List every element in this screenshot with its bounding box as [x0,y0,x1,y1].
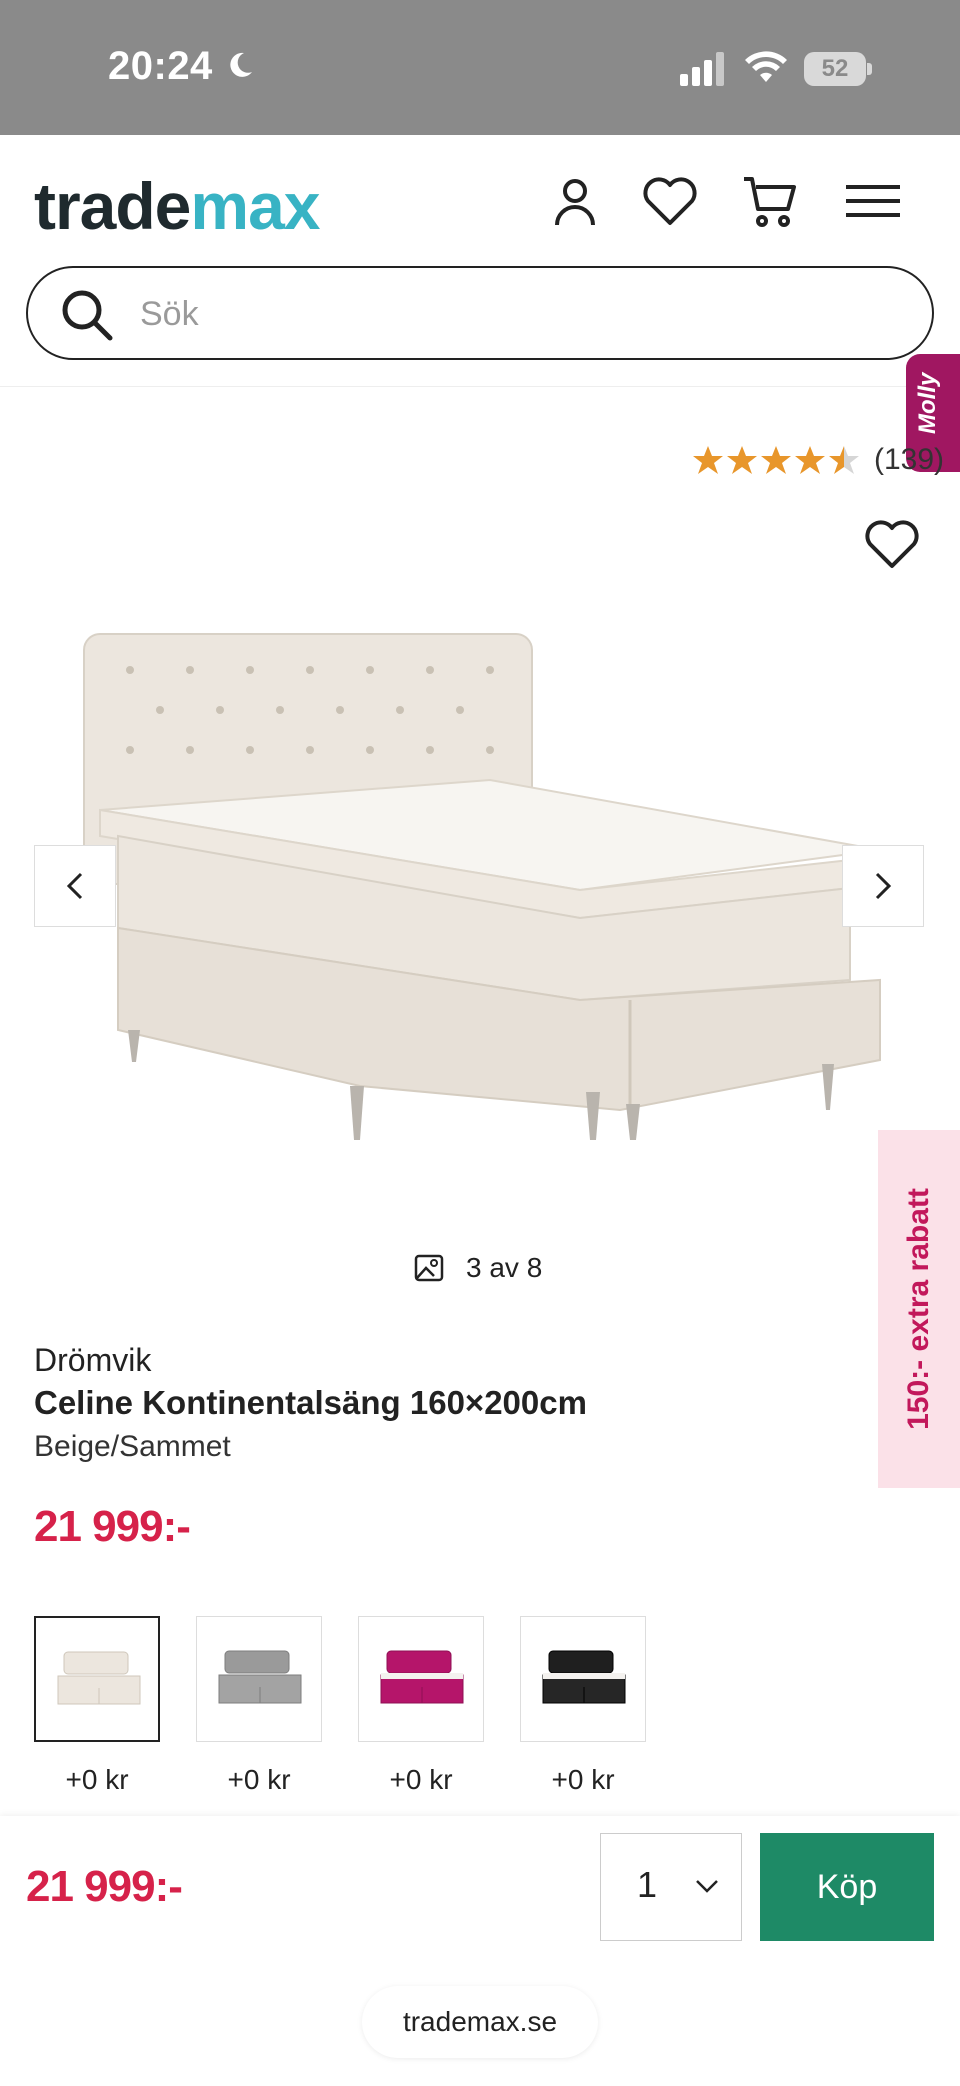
product-image[interactable] [60,610,900,1170]
menu-icon[interactable] [844,171,904,231]
star-icon [727,446,757,474]
swatch-price: +0 kr [227,1764,291,1795]
sticky-price: 21 999:- [26,1862,183,1911]
favorite-heart-icon[interactable] [864,518,920,570]
promo-discount-tab[interactable]: 150:- extra rabatt [878,1130,960,1488]
search-bar[interactable] [26,266,934,360]
battery-level: 52 [804,52,866,86]
image-icon [414,1254,444,1282]
image-counter: 3 av 8 [414,1252,542,1284]
bed-thumbnail [218,1650,302,1704]
search-icon [62,290,113,341]
star-icon [693,446,723,474]
chat-assistant-label: Molly [914,372,941,434]
signal-icon [680,52,724,86]
swatch-price: +0 kr [65,1764,129,1795]
swatch-price: +0 kr [389,1764,453,1795]
site-header: trademax [0,135,960,387]
star-icon [761,446,791,474]
moon-icon [230,52,252,77]
carousel-next-button[interactable] [842,845,924,927]
quantity-value: 1 [637,1864,658,1905]
promo-discount-label: 150:- extra rabatt [902,1188,935,1430]
buy-button[interactable]: Köp [760,1833,934,1941]
bed-thumbnail [57,1651,141,1705]
chevron-down-icon [696,1880,718,1893]
account-icon[interactable] [545,171,605,231]
rating-count: (139) [874,443,945,476]
chevron-right-icon [875,872,892,900]
wifi-icon [745,51,787,82]
cart-icon[interactable] [740,171,800,231]
status-time: 20:24 [108,44,213,88]
rating-stars [692,444,860,476]
color-swatch-grey[interactable] [196,1616,322,1742]
quantity-select[interactable]: 1 [600,1833,742,1941]
heart-icon[interactable] [640,171,700,231]
bed-thumbnail [380,1650,464,1704]
trademax-logo[interactable]: trademax [34,173,321,239]
star-icon [795,446,825,474]
image-counter-text: 3 av 8 [466,1252,543,1283]
product-price: 21 999:- [34,1502,191,1551]
search-input[interactable] [140,286,900,342]
status-bar: 20:24 52 [0,0,960,135]
browser-url-pill[interactable]: trademax.se [362,1986,598,2058]
bed-thumbnail [542,1650,626,1704]
color-swatch-pink[interactable] [358,1616,484,1742]
carousel-prev-button[interactable] [34,845,116,927]
chevron-left-icon [66,872,83,900]
battery-icon: 52 [804,52,872,86]
color-swatch-beige[interactable] [34,1616,160,1742]
color-swatch-black[interactable] [520,1616,646,1742]
product-variant: Beige/Sammet [34,1430,231,1463]
product-title: Celine Kontinentalsäng 160×200cm [34,1384,587,1421]
product-brand[interactable]: Drömvik [34,1342,151,1379]
product-rating[interactable]: (139) [692,442,944,478]
swatch-price: +0 kr [551,1764,615,1795]
half-star-icon [829,446,859,474]
sticky-buy-bar: 21 999:- 1 Köp trademax.se [0,1816,960,2086]
